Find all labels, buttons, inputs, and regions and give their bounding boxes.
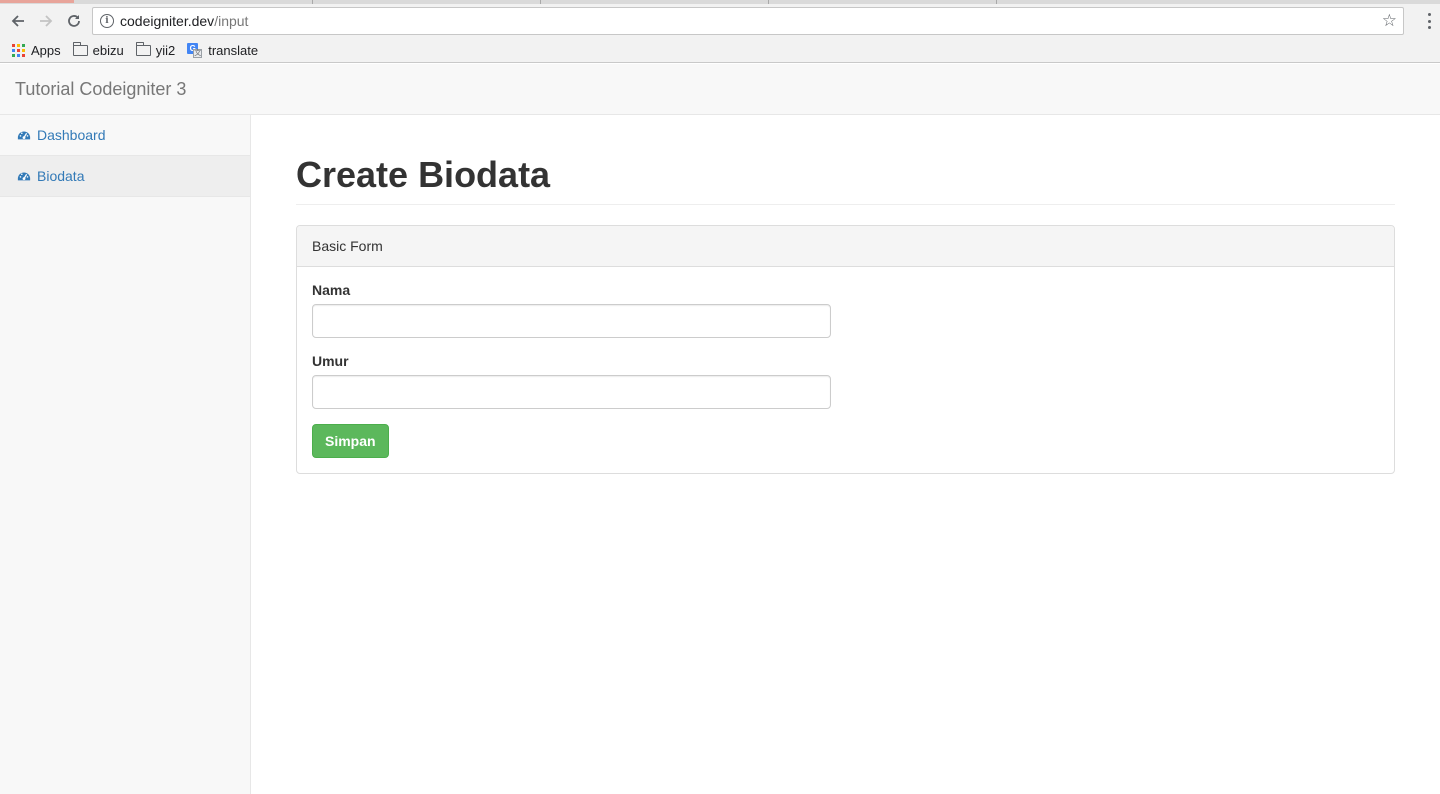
panel-heading: Basic Form xyxy=(297,225,1394,267)
folder-icon xyxy=(72,41,88,56)
umur-input[interactable] xyxy=(312,374,831,409)
bookmark-label: ebizu xyxy=(92,42,124,58)
dashboard-icon xyxy=(17,172,31,181)
sidebar-item-label: Dashboard xyxy=(37,127,106,143)
bookmark-label: Apps xyxy=(31,42,61,58)
form-group-nama: Nama xyxy=(312,282,1379,338)
bookmark-apps[interactable]: Apps xyxy=(12,43,61,58)
umur-label: Umur xyxy=(312,352,349,369)
reload-icon[interactable] xyxy=(61,8,87,34)
address-bar[interactable]: i codeigniter.dev/input ☆ xyxy=(92,7,1404,35)
bookmarks-bar: Apps ebizu yii2 G文 translate xyxy=(0,38,1440,63)
apps-grid-icon xyxy=(12,43,25,57)
url-host: codeigniter.dev xyxy=(120,13,215,29)
panel-body: Nama Umur Simpan xyxy=(297,267,1394,473)
info-icon[interactable]: i xyxy=(100,14,114,28)
app-navbar: Tutorial Codeigniter 3 xyxy=(0,64,1440,115)
nama-input[interactable] xyxy=(312,303,831,338)
browser-toolbar: i codeigniter.dev/input ☆ xyxy=(0,4,1440,38)
forward-icon[interactable] xyxy=(33,8,59,34)
back-icon[interactable] xyxy=(5,8,31,34)
basic-form-panel: Basic Form Nama Umur Simpan xyxy=(296,224,1395,474)
dashboard-icon xyxy=(17,131,31,140)
sidebar: Dashboard Biodata xyxy=(0,115,251,794)
main-content: Create Biodata Basic Form Nama Umur Simp… xyxy=(296,115,1395,474)
folder-icon xyxy=(135,41,151,56)
sidebar-item-dashboard[interactable]: Dashboard xyxy=(0,115,250,156)
nama-label: Nama xyxy=(312,281,351,298)
browser-menu-icon[interactable] xyxy=(1426,12,1432,30)
active-tab[interactable] xyxy=(0,0,74,3)
page-title: Create Biodata xyxy=(296,154,551,195)
sidebar-item-biodata[interactable]: Biodata xyxy=(0,156,250,197)
simpan-button[interactable]: Simpan xyxy=(312,423,389,458)
sidebar-item-label: Biodata xyxy=(37,168,85,184)
bookmark-star-icon[interactable]: ☆ xyxy=(1382,11,1397,31)
page-header: Create Biodata xyxy=(296,155,1395,205)
url-path: /input xyxy=(214,13,249,29)
bookmark-yii2[interactable]: yii2 xyxy=(135,41,176,58)
bookmark-label: translate xyxy=(208,42,259,58)
navbar-brand[interactable]: Tutorial Codeigniter 3 xyxy=(15,79,186,100)
form-group-umur: Umur xyxy=(312,353,1379,409)
bookmark-translate[interactable]: G文 translate xyxy=(187,42,259,58)
bookmark-label: yii2 xyxy=(155,42,176,58)
google-translate-icon: G文 xyxy=(187,42,203,58)
bookmark-ebizu[interactable]: ebizu xyxy=(72,41,124,58)
